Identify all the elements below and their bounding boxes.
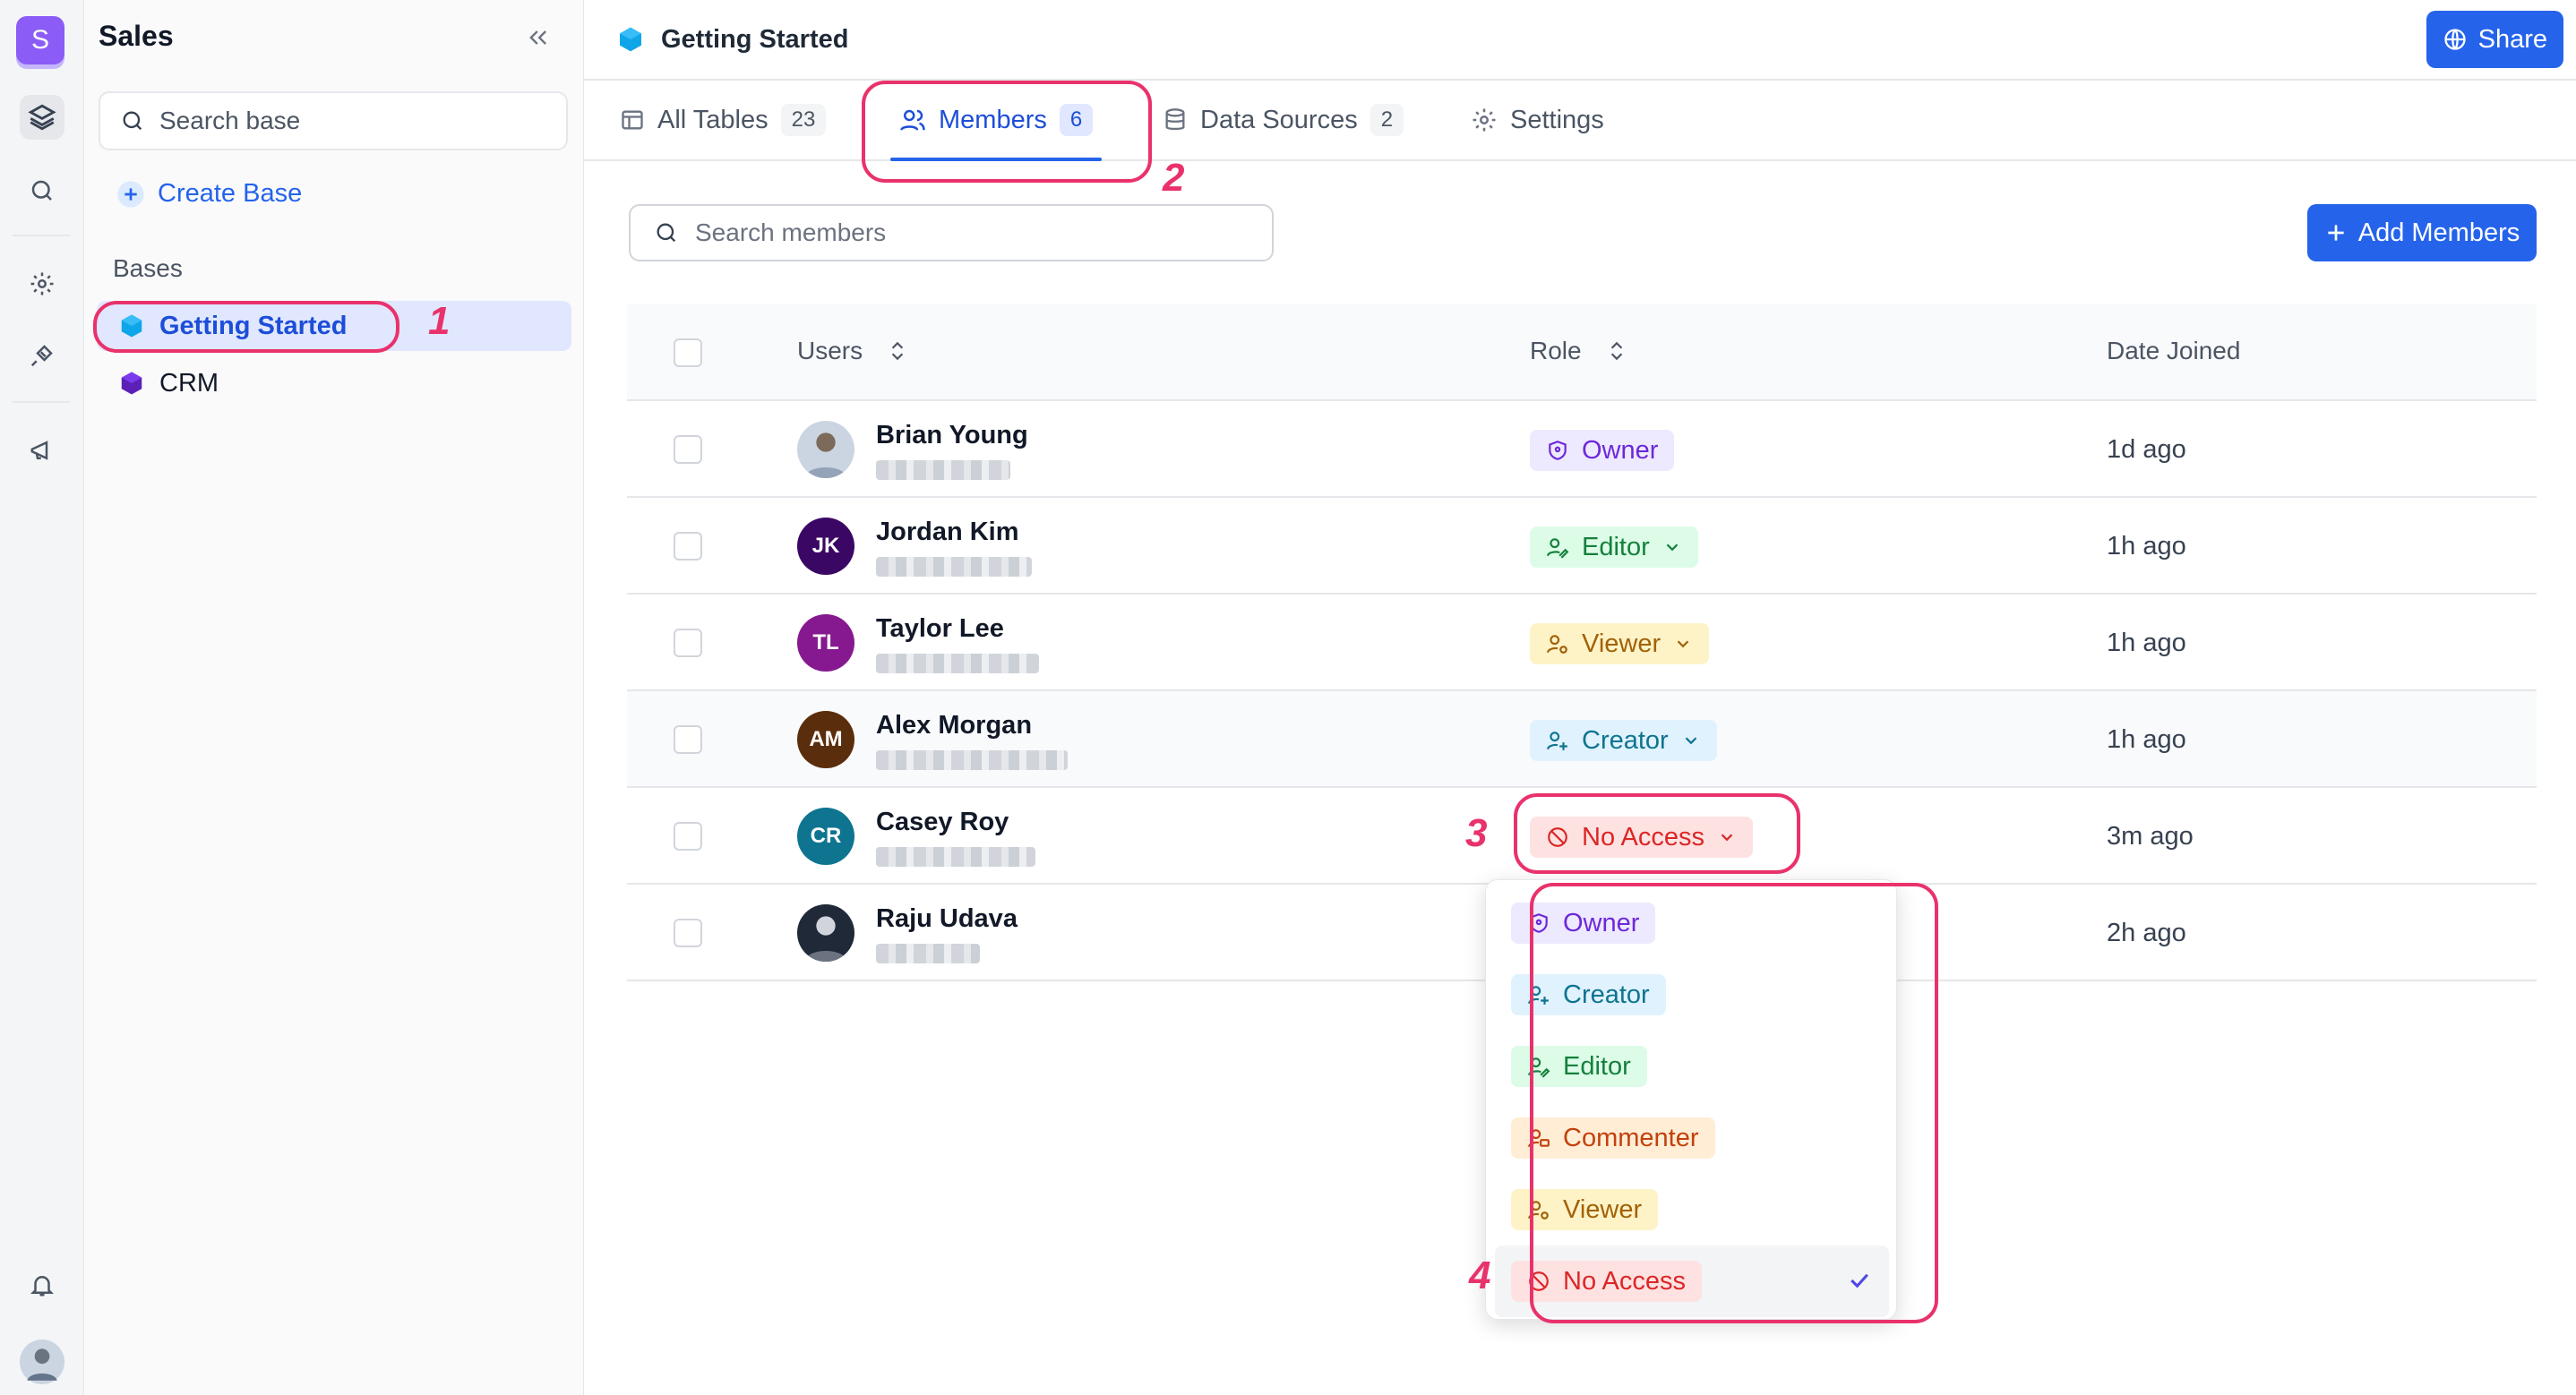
topbar: Getting Started Share [584,0,2576,81]
date-joined: 1h ago [2107,725,2186,754]
annotation-box-4 [1530,883,1938,1323]
role-dropdown-editor[interactable]: Editor [1530,526,1698,568]
date-joined: 1h ago [2107,629,2186,657]
table-row: Brian Young Owner 1d ago [627,401,2537,498]
role-dropdown-viewer[interactable]: Viewer [1530,623,1710,664]
row-checkbox[interactable] [674,435,702,464]
email-redacted [876,460,1010,480]
table-header: Users Role Date Joined [627,304,2537,401]
user-name: Brian Young [876,421,1028,449]
table-icon [622,110,643,130]
bell-icon[interactable] [20,1262,64,1307]
email-redacted [876,557,1032,577]
annotation-box-3 [1514,793,1800,874]
icon-rail: S [0,0,84,1395]
search-icon [123,111,142,131]
search-icon[interactable] [20,168,64,213]
plus-icon [2328,225,2344,241]
avatar: JK [797,518,854,575]
email-redacted [876,944,980,963]
row-checkbox[interactable] [674,629,702,657]
role-column-header[interactable]: Role [1530,337,1628,365]
user-view-icon [1547,635,1567,654]
database-icon [1165,108,1185,131]
tab-data-sources[interactable]: Data Sources 2 [1163,81,1404,159]
sidebar: Sales Search base Create Base Bases Gett… [84,0,584,1395]
date-joined: 1d ago [2107,435,2186,464]
annotation-number-1: 1 [428,299,451,343]
base-search-input[interactable]: Search base [99,91,568,150]
user-edit-icon [1547,538,1569,559]
base-icon [121,372,142,395]
user-name: Raju Udava [876,904,1018,933]
bases-heading: Bases [113,254,183,282]
member-search-input[interactable]: Search members [629,204,1274,261]
page-title: Getting Started [661,24,849,54]
bases-icon[interactable] [20,95,64,140]
add-members-button[interactable]: Add Members [2307,204,2537,261]
annotation-number-3: 3 [1465,811,1488,855]
annotation-box-1 [93,301,399,353]
sort-icon [891,341,904,361]
plug-icon[interactable] [20,333,64,378]
base-icon [620,27,641,52]
share-button[interactable]: Share [2426,11,2563,68]
date-joined: 3m ago [2107,822,2194,851]
search-icon [657,223,676,243]
shield-icon [1549,441,1567,460]
avatar: CR [797,808,854,865]
row-checkbox[interactable] [674,919,702,947]
email-redacted [876,847,1035,867]
globe-icon [2443,29,2466,50]
avatar [797,421,854,478]
plus-icon [117,180,144,208]
user-name: Alex Morgan [876,711,1033,740]
role-badge-owner: Owner [1530,430,1675,471]
date-joined: 1h ago [2107,532,2186,561]
role-dropdown-creator[interactable]: Creator [1530,720,1717,761]
avatar: TL [797,614,854,672]
chevron-down-icon [1677,640,1689,648]
table-row: JK Jordan Kim Editor 1h ago [627,498,2537,595]
annotation-number-2: 2 [1163,156,1185,200]
user-create-icon [1547,732,1567,750]
gear-icon [1473,108,1496,132]
sidebar-title: Sales [99,20,174,52]
collapse-sidebar-icon[interactable] [520,20,556,56]
megaphone-icon[interactable] [20,428,64,473]
row-checkbox[interactable] [674,532,702,561]
user-name: Jordan Kim [876,518,1019,546]
avatar: AM [797,711,854,768]
select-all-checkbox[interactable] [674,338,702,367]
gear-icon[interactable] [20,261,64,306]
create-base-button[interactable]: Create Base [116,179,302,209]
base-item-crm[interactable]: CRM [97,358,571,408]
date-joined: 2h ago [2107,919,2186,947]
tab-all-tables[interactable]: All Tables 23 [620,81,827,159]
user-name: Taylor Lee [876,614,1004,643]
row-checkbox[interactable] [674,822,702,851]
table-row: AM Alex Morgan Creator 1h ago [627,691,2537,788]
row-checkbox[interactable] [674,725,702,754]
user-name: Casey Roy [876,808,1009,836]
annotation-box-2 [862,81,1152,183]
email-redacted [876,750,1068,770]
email-redacted [876,654,1039,673]
sort-icon [1610,341,1622,361]
tab-settings[interactable]: Settings [1471,81,1604,159]
avatar [797,904,854,962]
user-avatar[interactable] [20,1339,64,1384]
workspace-avatar[interactable]: S [16,16,64,64]
chevron-down-icon [1666,543,1679,552]
table-row: TL Taylor Lee Viewer 1h ago [627,595,2537,691]
chevron-down-icon [1685,737,1697,745]
date-column-header: Date Joined [2107,337,2241,364]
users-column-header[interactable]: Users [797,337,909,365]
annotation-number-4: 4 [1469,1254,1491,1297]
